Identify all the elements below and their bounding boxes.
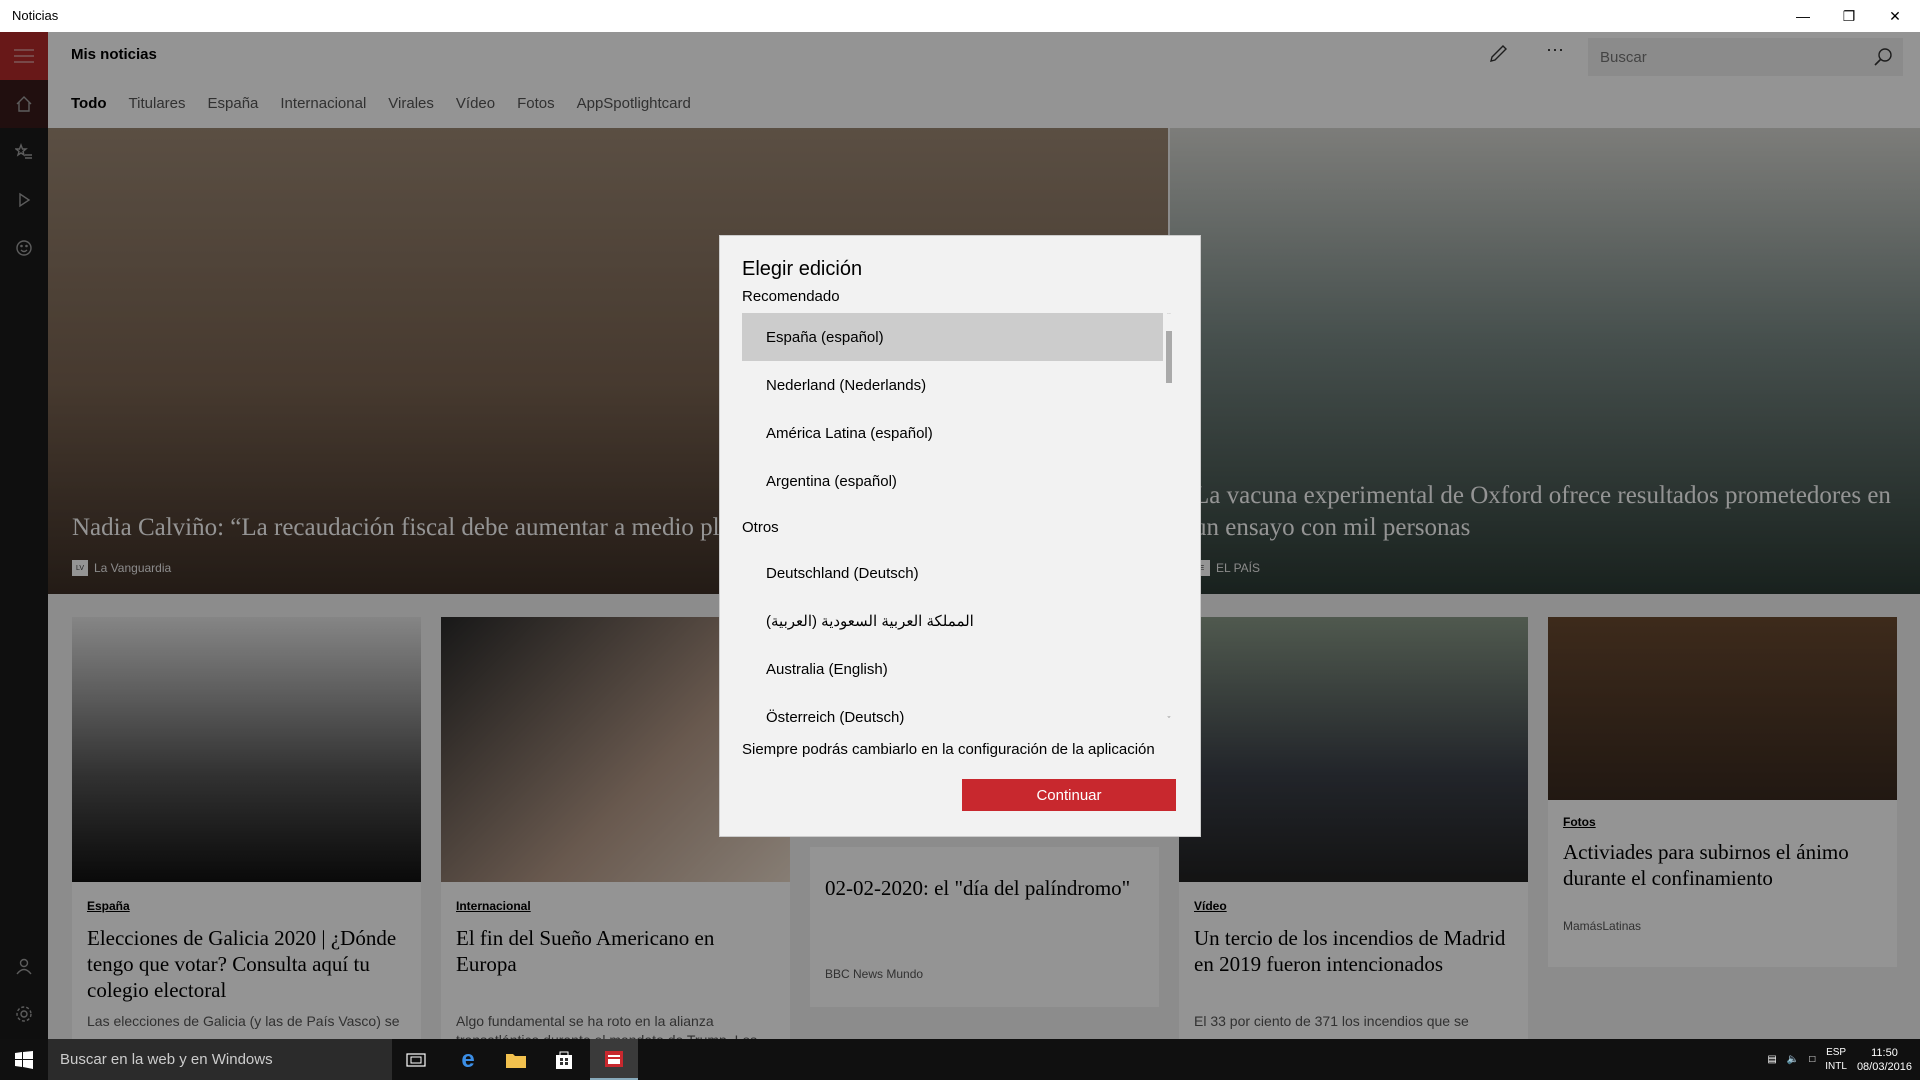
scroll-down-icon[interactable]: ˇ	[1163, 715, 1175, 725]
dialog-title: Elegir edición	[742, 258, 863, 280]
recommended-label: Recomendado	[742, 288, 840, 305]
edition-option[interactable]: Deutschland (Deutsch)	[742, 549, 1163, 597]
clock[interactable]: 11:50 08/03/2016	[1857, 1046, 1912, 1074]
start-button[interactable]	[0, 1039, 48, 1080]
clock-date: 08/03/2016	[1856, 1060, 1912, 1073]
title-bar: Noticias — ❐ ✕	[0, 0, 1920, 32]
settings-note: Siempre podrás cambiarlo en la configura…	[742, 741, 1155, 758]
taskbar-search[interactable]: Buscar en la web y en Windows	[48, 1039, 392, 1080]
store-bag-icon	[556, 1051, 572, 1069]
scrollbar-thumb[interactable]	[1166, 331, 1172, 383]
edition-option[interactable]: Österreich (Deutsch)	[742, 693, 1163, 726]
folder-icon	[506, 1053, 526, 1068]
others-label: Otros	[742, 519, 779, 536]
edition-option[interactable]: Nederland (Nederlands)	[742, 361, 1163, 409]
system-tray: ▤ 🔈 □ ESP INTL 11:50 08/03/2016	[1767, 1039, 1912, 1080]
language-code: ESP	[1826, 1046, 1847, 1058]
edge-button[interactable]: e	[444, 1039, 492, 1080]
edition-list[interactable]: España (español) Nederland (Nederlands) …	[742, 313, 1175, 725]
close-button[interactable]: ✕	[1872, 0, 1918, 32]
windows-logo-icon	[15, 1050, 33, 1069]
edition-dialog: Elegir edición Recomendado España (españ…	[720, 236, 1200, 836]
input-language[interactable]: ESP INTL	[1825, 1046, 1847, 1074]
keyboard-layout: INTL	[1825, 1060, 1847, 1072]
window-title: Noticias	[12, 8, 59, 23]
file-explorer-button[interactable]	[492, 1039, 540, 1080]
task-view-icon	[406, 1052, 426, 1067]
notifications-icon[interactable]: □	[1809, 1054, 1815, 1065]
edition-option[interactable]: المملكة العربية السعودية (العربية)	[742, 597, 1163, 645]
clock-time: 11:50	[1871, 1046, 1898, 1059]
store-button[interactable]	[540, 1039, 588, 1080]
taskbar: Buscar en la web y en Windows e ▤ 🔈 □ ES…	[0, 1039, 1920, 1080]
scroll-up-icon[interactable]: ˆ	[1163, 313, 1175, 321]
task-view-button[interactable]	[392, 1039, 440, 1080]
edition-option[interactable]: Australia (English)	[742, 645, 1163, 693]
news-icon	[605, 1050, 623, 1067]
restore-button[interactable]: ❐	[1826, 0, 1872, 32]
minimize-button[interactable]: —	[1780, 0, 1826, 32]
list-scrollbar[interactable]: ˆ ˇ	[1163, 313, 1175, 725]
edition-option[interactable]: España (español)	[742, 313, 1163, 361]
continue-button[interactable]: Continuar	[962, 779, 1176, 811]
news-app-button[interactable]	[590, 1039, 638, 1080]
network-icon[interactable]: ▤	[1767, 1054, 1776, 1065]
edition-option[interactable]: América Latina (español)	[742, 409, 1163, 457]
volume-icon[interactable]: 🔈	[1787, 1054, 1799, 1065]
edition-option[interactable]: Argentina (español)	[742, 457, 1163, 505]
edge-icon: e	[461, 1045, 475, 1073]
